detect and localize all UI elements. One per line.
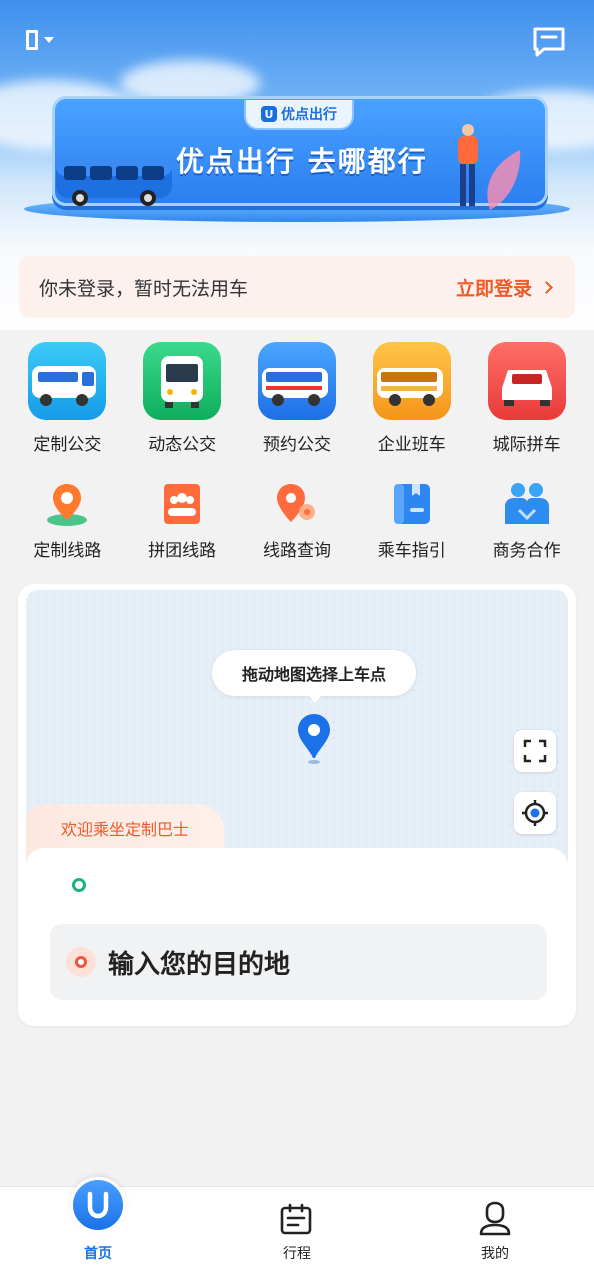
service-label: 动态公交	[148, 435, 217, 455]
profile-icon	[479, 1201, 511, 1236]
bracket-icon	[26, 30, 38, 50]
message-button[interactable]	[532, 26, 566, 58]
tool-label: 线路查询	[262, 541, 331, 561]
tool-grid: 定制线路 拼团线路 线路查询 乘车指引 商务合作	[10, 480, 584, 561]
locate-icon	[522, 800, 548, 826]
service-grid: 定制公交 动态公交 预约公交 企业班车 城际拼车	[10, 342, 584, 455]
tool-business-partner[interactable]: 商务合作	[469, 480, 584, 561]
partners-icon	[504, 483, 549, 524]
service-dynamic-bus[interactable]: 动态公交	[125, 342, 240, 455]
shuttle-icon	[372, 342, 451, 420]
tool-label: 定制线路	[33, 541, 102, 561]
service-company-shuttle[interactable]: 企业班车	[354, 342, 469, 455]
tool-ride-guide[interactable]: 乘车指引	[354, 480, 469, 561]
location-pin-icon	[47, 484, 88, 526]
map-card: 拖动地图选择上车点 欢迎乘坐定制巴士 输入您的目的地	[18, 584, 576, 1026]
city-selector[interactable]	[26, 30, 54, 50]
tool-route-search[interactable]: 线路查询	[240, 480, 355, 561]
login-now-link[interactable]: 立即登录	[455, 274, 553, 301]
tab-home[interactable]: 首页	[48, 1177, 148, 1280]
tab-label: 我的	[481, 1246, 509, 1262]
route-search-icon	[276, 484, 315, 522]
bus-icon	[28, 342, 107, 420]
trip-icon	[280, 1203, 312, 1235]
bus-illustration	[56, 158, 172, 206]
tab-label: 首页	[84, 1246, 112, 1262]
service-label: 城际拼车	[492, 435, 561, 455]
destination-point-icon	[66, 947, 96, 977]
route-input-sheet: 输入您的目的地	[26, 848, 568, 1020]
brand-name: 优点出行	[281, 107, 337, 123]
tab-trips[interactable]: 行程	[247, 1187, 347, 1280]
chevron-right-icon	[540, 280, 553, 294]
car-icon	[487, 342, 566, 420]
login-notice[interactable]: 你未登录，暂时无法用车 立即登录	[19, 256, 575, 318]
login-notice-text: 你未登录，暂时无法用车	[39, 277, 249, 300]
service-label: 企业班车	[377, 435, 446, 455]
tab-profile[interactable]: 我的	[445, 1187, 545, 1280]
brand-chip: U 优点出行	[244, 100, 354, 130]
tool-label: 乘车指引	[377, 541, 446, 561]
traveler-illustration	[458, 124, 521, 210]
service-reserved-bus[interactable]: 预约公交	[240, 342, 355, 455]
guide-book-icon	[393, 484, 430, 524]
bus-front-icon	[143, 342, 222, 420]
service-intercity-carpool[interactable]: 城际拼车	[469, 342, 584, 455]
group-icon	[164, 484, 201, 524]
service-label: 预约公交	[262, 435, 331, 455]
tool-group-route[interactable]: 拼团线路	[125, 480, 240, 561]
message-icon	[533, 27, 565, 57]
fullscreen-button[interactable]	[514, 730, 556, 772]
pickup-pin-icon[interactable]	[296, 712, 332, 766]
destination-placeholder: 输入您的目的地	[108, 949, 291, 980]
map-tooltip: 拖动地图选择上车点	[212, 650, 416, 703]
service-label: 定制公交	[33, 435, 102, 455]
brand-logo-icon: U	[261, 106, 277, 122]
caret-down-icon	[44, 37, 54, 43]
tool-custom-route[interactable]: 定制线路	[10, 480, 125, 561]
destination-input[interactable]: 输入您的目的地	[50, 924, 547, 1000]
home-logo-icon	[70, 1177, 126, 1233]
tool-label: 商务合作	[492, 541, 561, 561]
start-point-icon	[72, 878, 86, 892]
tool-label: 拼团线路	[148, 541, 217, 561]
coach-icon	[257, 342, 336, 420]
locate-button[interactable]	[514, 792, 556, 834]
fullscreen-icon	[523, 739, 547, 763]
bottom-tab-bar: 首页 行程 我的	[0, 1177, 594, 1280]
service-custom-bus[interactable]: 定制公交	[10, 342, 125, 455]
tab-label: 行程	[283, 1246, 311, 1262]
login-now-label: 立即登录	[455, 277, 532, 300]
banner-slogan: 优点出行 去哪都行	[176, 145, 428, 178]
